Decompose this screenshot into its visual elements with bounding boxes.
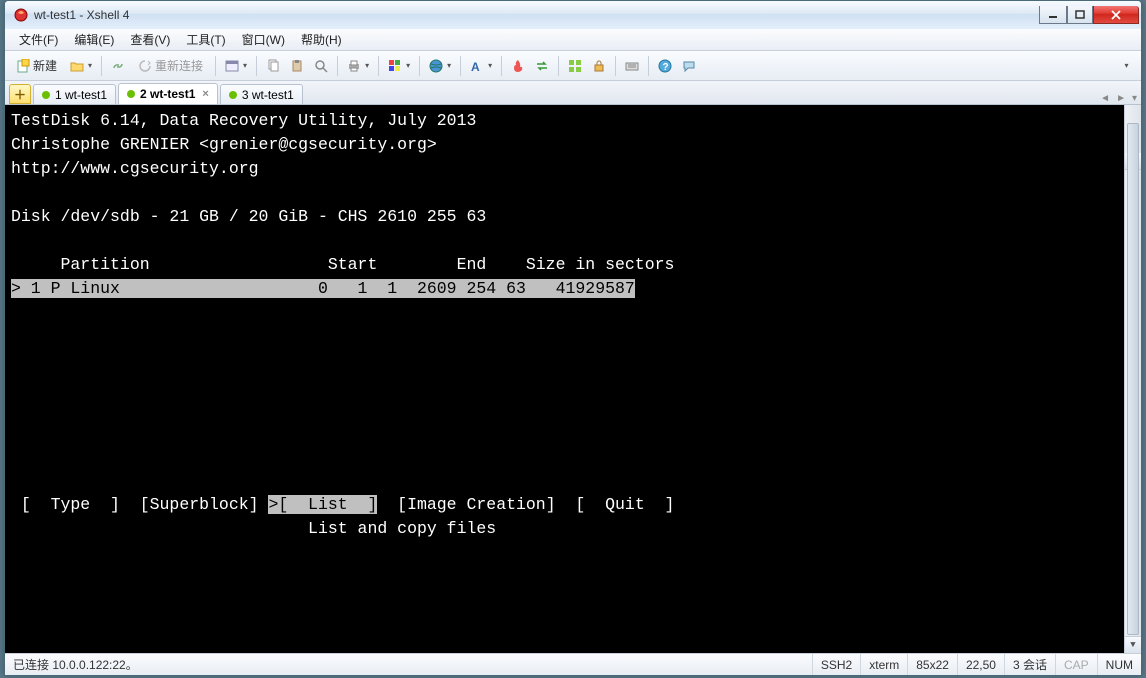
fire-icon xyxy=(511,59,525,73)
menubar: 文件(F) 编辑(E) 查看(V) 工具(T) 窗口(W) 帮助(H) xyxy=(5,29,1141,51)
tab-list-button[interactable]: ▾ xyxy=(1132,93,1137,104)
tab-3[interactable]: 3 wt-test1 xyxy=(220,84,303,104)
bubble-icon xyxy=(682,59,696,73)
grid-icon xyxy=(568,59,582,73)
svg-text:A: A xyxy=(471,60,480,73)
titlebar[interactable]: wt-test1 - Xshell 4 xyxy=(5,1,1141,29)
menu-view[interactable]: 查看(V) xyxy=(122,29,178,50)
reconnect-button-label: 重新连接 xyxy=(155,57,203,74)
reconnect-icon xyxy=(138,59,152,73)
app-window: wt-test1 - Xshell 4 文件(F) 编辑(E) 查看(V) 工具… xyxy=(4,0,1142,676)
partition-row-selected: > 1 P Linux 0 1 1 2609 254 63 41929587 xyxy=(11,279,635,298)
lang-button[interactable]: ▾ xyxy=(425,55,455,77)
palette-icon xyxy=(388,59,402,73)
menu-option-list-selected: >[ List ] xyxy=(268,495,377,514)
transfer-icon xyxy=(535,59,549,73)
status-term-type: xterm xyxy=(861,654,908,675)
tile-button[interactable] xyxy=(564,55,586,77)
tab-close-button[interactable]: × xyxy=(202,88,208,100)
tab-prev-button[interactable]: ◄ xyxy=(1100,93,1110,104)
terminal-line: http://www.cgsecurity.org xyxy=(11,159,259,178)
help-icon: ? xyxy=(658,59,672,73)
tabstrip: ＋ 1 wt-test1 2 wt-test1 × 3 wt-test1 ◄ ►… xyxy=(5,81,1141,105)
script-button[interactable] xyxy=(507,55,529,77)
props-icon xyxy=(225,59,239,73)
new-icon xyxy=(16,59,30,73)
menu-options-pre: [ Type ] [Superblock] xyxy=(11,495,268,514)
tab-1[interactable]: 1 wt-test1 xyxy=(33,84,116,104)
props-button[interactable]: ▾ xyxy=(221,55,251,77)
status-term-size: 85x22 xyxy=(908,654,958,675)
status-session-count: 3 会话 xyxy=(1005,654,1056,675)
menu-tools[interactable]: 工具(T) xyxy=(178,29,233,50)
font-icon: A xyxy=(470,59,484,73)
copy-button[interactable] xyxy=(262,55,284,77)
status-dot-icon xyxy=(127,90,135,98)
status-connection: 已连接 10.0.0.122:22。 xyxy=(5,654,813,675)
minimize-button[interactable] xyxy=(1039,6,1067,24)
folder-icon xyxy=(70,59,84,73)
menu-options-post: [Image Creation] [ Quit ] xyxy=(377,495,684,514)
partition-header: Partition Start End Size in sectors xyxy=(11,255,674,274)
new-button-label: 新建 xyxy=(33,57,57,74)
terminal-line: TestDisk 6.14, Data Recovery Utility, Ju… xyxy=(11,111,476,130)
tab-nav: ◄ ► ▾ xyxy=(1100,93,1141,104)
keyboard-icon xyxy=(625,59,639,73)
tab-label: 3 wt-test1 xyxy=(242,88,294,102)
toolbar: 新建 ▾ 重新连接 ▾ ▾ ▾ ▾ A▾ ? ▾ xyxy=(5,51,1141,81)
terminal-line: Disk /dev/sdb - 21 GB / 20 GiB - CHS 261… xyxy=(11,207,486,226)
tab-label: 1 wt-test1 xyxy=(55,88,107,102)
search-icon xyxy=(314,59,328,73)
terminal-scrollbar[interactable]: ▲ ▼ xyxy=(1124,105,1141,653)
maximize-button[interactable] xyxy=(1067,6,1093,24)
lock-icon xyxy=(592,59,606,73)
window-title: wt-test1 - Xshell 4 xyxy=(34,8,129,22)
print-button[interactable]: ▾ xyxy=(343,55,373,77)
font-button[interactable]: A▾ xyxy=(466,55,496,77)
status-dot-icon xyxy=(42,91,50,99)
new-button[interactable]: 新建 xyxy=(9,55,64,77)
lock-button[interactable] xyxy=(588,55,610,77)
close-button[interactable] xyxy=(1093,6,1139,24)
link-icon xyxy=(111,59,125,73)
transfer-button[interactable] xyxy=(531,55,553,77)
tab-next-button[interactable]: ► xyxy=(1116,93,1126,104)
tab-2[interactable]: 2 wt-test1 × xyxy=(118,83,218,104)
link-button[interactable] xyxy=(107,55,129,77)
help-button[interactable]: ? xyxy=(654,55,676,77)
menu-file[interactable]: 文件(F) xyxy=(11,29,66,50)
status-capslock: CAP xyxy=(1056,654,1098,675)
svg-text:?: ? xyxy=(663,62,669,73)
scroll-down-button[interactable]: ▼ xyxy=(1125,636,1141,653)
status-dot-icon xyxy=(229,91,237,99)
app-icon xyxy=(13,7,29,23)
toolbar-menu[interactable]: ▾ xyxy=(1115,55,1137,77)
colors-button[interactable]: ▾ xyxy=(384,55,414,77)
open-button[interactable]: ▾ xyxy=(66,55,96,77)
terminal[interactable]: TestDisk 6.14, Data Recovery Utility, Ju… xyxy=(5,105,1141,653)
chat-button[interactable] xyxy=(678,55,700,77)
status-cursor-pos: 22,50 xyxy=(958,654,1005,675)
tab-add-button[interactable]: ＋ xyxy=(9,84,31,104)
menu-edit[interactable]: 编辑(E) xyxy=(66,29,122,50)
reconnect-button[interactable]: 重新连接 xyxy=(131,55,210,77)
menu-window[interactable]: 窗口(W) xyxy=(234,29,293,50)
menu-help[interactable]: 帮助(H) xyxy=(293,29,350,50)
status-protocol: SSH2 xyxy=(813,654,861,675)
menu-hint: List and copy files xyxy=(11,519,496,538)
terminal-line: Christophe GRENIER <grenier@cgsecurity.o… xyxy=(11,135,437,154)
globe-icon xyxy=(429,59,443,73)
copy-icon xyxy=(266,59,280,73)
tab-label: 2 wt-test1 xyxy=(140,87,195,101)
paste-button[interactable] xyxy=(286,55,308,77)
printer-icon xyxy=(347,59,361,73)
find-button[interactable] xyxy=(310,55,332,77)
statusbar: 已连接 10.0.0.122:22。 SSH2 xterm 85x22 22,5… xyxy=(5,653,1141,675)
scroll-thumb[interactable] xyxy=(1127,123,1139,635)
status-numlock: NUM xyxy=(1098,654,1141,675)
keyboard-button[interactable] xyxy=(621,55,643,77)
paste-icon xyxy=(290,59,304,73)
